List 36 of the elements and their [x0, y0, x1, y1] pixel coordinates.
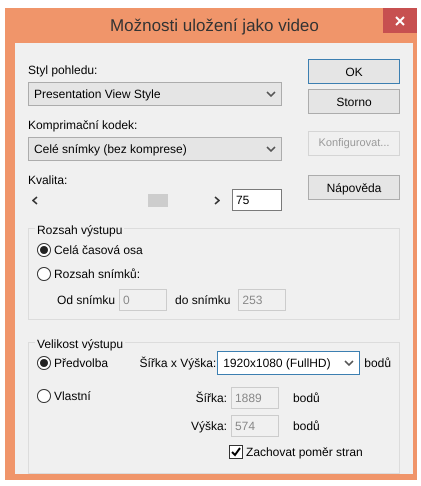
- codec-dropdown[interactable]: Celé snímky (bez komprese): [28, 137, 282, 161]
- chevron-down-icon: [266, 146, 276, 152]
- unit-label: bodů: [293, 390, 320, 407]
- resolution-dropdown[interactable]: 1920x1080 (FullHD): [217, 351, 360, 375]
- dialog-button[interactable]: Nápověda: [308, 175, 400, 200]
- field-label: Kvalita:: [28, 172, 68, 189]
- radio-label: Rozsah snímků:: [54, 266, 140, 283]
- close-button[interactable]: [383, 8, 417, 33]
- view-style-dropdown[interactable]: Presentation View Style: [28, 82, 282, 106]
- checkbox-label: Zachovat poměr stran: [246, 444, 363, 461]
- radio-label: Vlastní: [54, 388, 91, 405]
- radio-button[interactable]: [37, 356, 51, 370]
- field-label: Šířka:: [194, 390, 227, 407]
- chevron-down-icon: [266, 91, 276, 97]
- chevron-down-icon: [344, 360, 354, 366]
- radio-button[interactable]: [37, 243, 51, 257]
- radio-label: Celá časová osa: [54, 242, 143, 259]
- dialog-button[interactable]: Storno: [308, 89, 400, 114]
- radio-button[interactable]: [37, 389, 51, 403]
- checkbox[interactable]: [229, 445, 243, 459]
- unit-label: bodů: [293, 418, 320, 435]
- field-label: Od snímku: [57, 292, 116, 309]
- field-label: do snímku: [175, 292, 230, 309]
- window-title: Možnosti uložení jako video: [110, 14, 319, 37]
- close-icon: [395, 16, 405, 26]
- field-label: Styl pohledu:: [28, 62, 98, 79]
- check-icon: [231, 447, 241, 457]
- radio-button[interactable]: [37, 267, 51, 281]
- dialog-button[interactable]: OK: [308, 59, 400, 84]
- slider-thumb[interactable]: [148, 194, 168, 207]
- unit-label: bodů: [364, 355, 391, 372]
- radio-label: Předvolba: [54, 355, 108, 372]
- field-label: Komprimační kodek:: [28, 117, 138, 134]
- field-label: Výška:: [190, 418, 227, 435]
- quality-field[interactable]: 75: [232, 189, 282, 211]
- field-label: Šířka x Výška:: [140, 355, 216, 372]
